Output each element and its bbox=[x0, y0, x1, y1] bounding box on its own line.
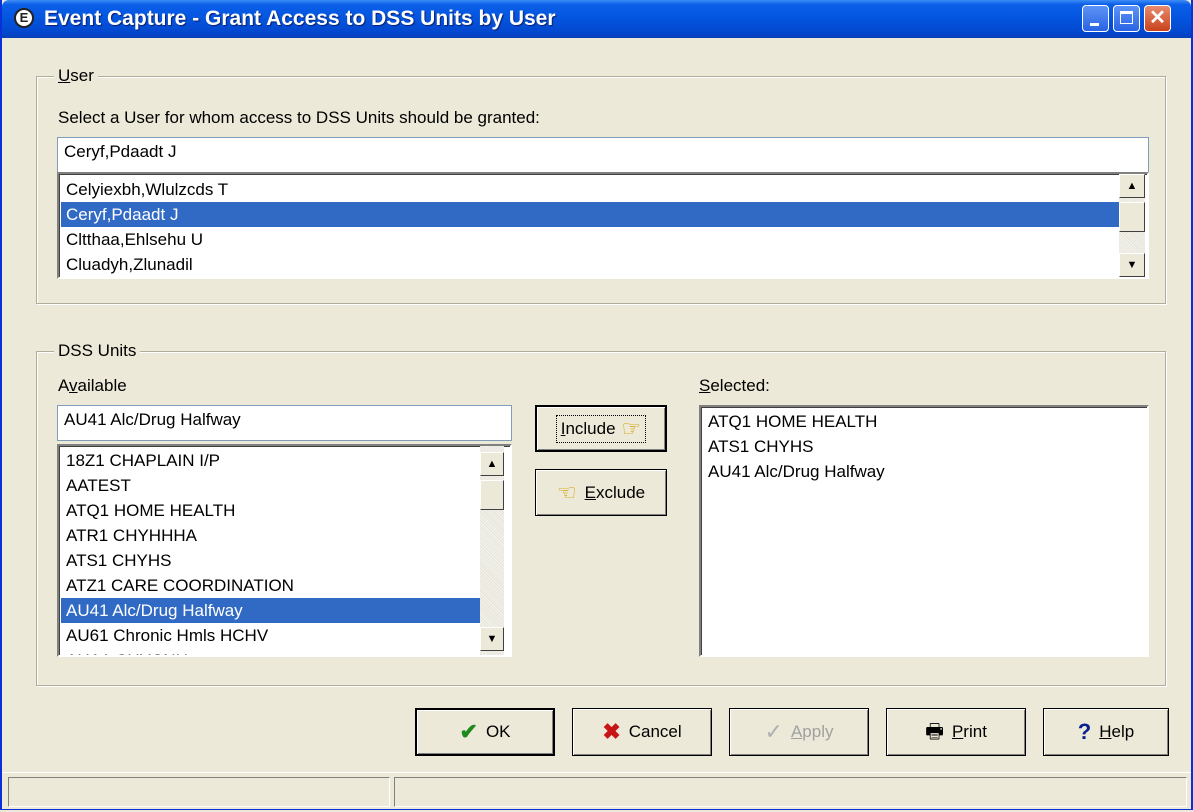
apply-button[interactable]: ✓ Apply bbox=[729, 708, 869, 756]
cancel-button[interactable]: ✖ Cancel bbox=[572, 708, 712, 756]
selected-listbox[interactable]: ATQ1 HOME HEALTH ATS1 CHYHS AU41 Alc/Drug … bbox=[699, 405, 1149, 657]
scroll-thumb[interactable] bbox=[1119, 202, 1145, 232]
scroll-down-icon[interactable]: ▼ bbox=[1119, 253, 1145, 277]
checkmark-icon: ✔ bbox=[459, 719, 478, 744]
status-pane-right bbox=[394, 777, 1187, 807]
dialog-window: E Event Capture - Grant Access to DSS Un… bbox=[0, 0, 1193, 810]
print-button[interactable]: 🖶 Print bbox=[886, 708, 1026, 756]
question-icon: ? bbox=[1077, 719, 1092, 744]
status-pane-left bbox=[8, 777, 390, 807]
title-bar[interactable]: E Event Capture - Grant Access to DSS Un… bbox=[2, 0, 1191, 38]
maximize-button[interactable] bbox=[1113, 5, 1140, 32]
help-button[interactable]: ? Help bbox=[1043, 708, 1169, 756]
maximize-icon bbox=[1120, 11, 1133, 24]
list-item[interactable]: AUA1 CHYCNH bbox=[61, 648, 480, 655]
list-item[interactable]: ATS1 CHYHS bbox=[61, 548, 480, 573]
minimize-icon bbox=[1090, 23, 1099, 26]
app-icon: E bbox=[14, 8, 34, 28]
list-item[interactable]: ATZ1 CARE COORDINATION bbox=[61, 573, 480, 598]
user-listbox[interactable]: Celyiexbh,Wlulzcds T Ceryf,Pdaadt J Clttha… bbox=[57, 172, 1149, 279]
point-right-icon: ☞ bbox=[621, 415, 642, 441]
checkmark-outline-icon: ✓ bbox=[764, 719, 783, 744]
user-search-input[interactable]: Ceryf,Pdaadt J bbox=[57, 137, 1149, 173]
available-search-input[interactable]: AU41 Alc/Drug Halfway bbox=[57, 405, 512, 441]
list-item[interactable]: ATR1 CHYHHHA bbox=[61, 523, 480, 548]
available-listbox[interactable]: 18Z1 CHAPLAIN I/P AATEST ATQ1 HOME HEALTH A… bbox=[57, 444, 512, 657]
user-prompt-label: Select a User for whom access to DSS Uni… bbox=[58, 108, 540, 127]
list-item[interactable]: Celyiexbh,Wlulzcds T bbox=[61, 177, 1119, 202]
x-icon: ✖ bbox=[602, 719, 621, 744]
list-item[interactable]: AATEST bbox=[61, 473, 480, 498]
list-item[interactable]: AU41 Alc/Drug Halfway bbox=[703, 459, 1145, 484]
ok-button[interactable]: ✔ OK bbox=[415, 708, 555, 756]
scroll-up-icon[interactable]: ▲ bbox=[480, 452, 504, 476]
point-left-icon: ☜ bbox=[556, 479, 577, 505]
include-button[interactable]: Include ☞ bbox=[535, 405, 667, 452]
minimize-button[interactable] bbox=[1082, 5, 1109, 32]
available-list-scrollbar[interactable]: ▲ ▼ bbox=[480, 446, 504, 655]
dss-units-legend: DSS Units bbox=[54, 341, 141, 361]
exclude-button[interactable]: ☜ Exclude bbox=[535, 469, 667, 516]
list-item[interactable]: Cluadyh,Zlunadil bbox=[61, 252, 1119, 277]
list-item[interactable]: ATS1 CHYHS bbox=[703, 434, 1145, 459]
close-button[interactable]: ✕ bbox=[1144, 5, 1171, 32]
window-title: Event Capture - Grant Access to DSS Unit… bbox=[44, 7, 556, 30]
selected-label: Selected: bbox=[699, 376, 770, 395]
list-item[interactable]: Cltthaa,Ehlsehu U bbox=[61, 227, 1119, 252]
user-group-legend: User bbox=[54, 66, 98, 86]
printer-icon: 🖶 bbox=[925, 721, 944, 743]
status-bar bbox=[2, 772, 1191, 809]
list-item[interactable]: ATQ1 HOME HEALTH bbox=[703, 409, 1145, 434]
list-item[interactable]: AU41 Alc/Drug Halfway bbox=[61, 598, 480, 623]
list-item[interactable]: ATQ1 HOME HEALTH bbox=[61, 498, 480, 523]
scroll-thumb[interactable] bbox=[480, 480, 504, 510]
list-item[interactable]: Ceryf,Pdaadt J bbox=[61, 202, 1119, 227]
list-item[interactable]: AU61 Chronic Hmls HCHV bbox=[61, 623, 480, 648]
close-icon: ✕ bbox=[1149, 7, 1166, 29]
list-item[interactable]: 18Z1 CHAPLAIN I/P bbox=[61, 448, 480, 473]
available-label: Available bbox=[58, 376, 127, 395]
user-list-scrollbar[interactable]: ▲ ▼ bbox=[1119, 174, 1145, 277]
scroll-up-icon[interactable]: ▲ bbox=[1119, 174, 1145, 198]
scroll-down-icon[interactable]: ▼ bbox=[480, 627, 504, 651]
